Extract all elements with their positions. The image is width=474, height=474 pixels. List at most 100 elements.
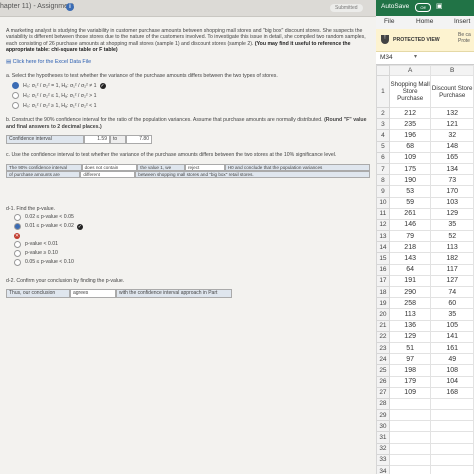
radio-button[interactable] [14,259,21,267]
cell-a[interactable] [388,453,432,467]
cell-b[interactable]: 148 [430,140,474,153]
cell-a[interactable] [388,442,432,455]
cell-a[interactable]: 129 [388,330,432,343]
cell-a[interactable]: 59 [388,196,432,209]
cell-a[interactable]: 79 [388,230,432,243]
cell-b[interactable]: 168 [430,386,474,399]
cell-a[interactable]: 261 [388,207,432,220]
radio-selected[interactable] [14,223,21,231]
save-icon[interactable]: ▣ [436,2,443,10]
cell-b[interactable]: 104 [430,375,474,388]
cell-b[interactable]: 52 [430,230,474,243]
column-header-b[interactable]: B [430,65,474,76]
row-header[interactable]: 13 [376,230,390,243]
cell-b[interactable]: 32 [430,129,474,142]
different-dropdown[interactable]: different [80,170,136,178]
row-header[interactable]: 5 [376,140,390,153]
reject-dropdown[interactable]: reject [185,163,225,171]
cell-b[interactable]: 113 [430,241,474,254]
hypothesis-option[interactable]: H₀: σ₁² / σ₂² ≥ 1, Hₐ: σ₁² / σ₂² < 1 [12,102,370,110]
row-header[interactable]: 7 [376,162,390,176]
name-box[interactable]: M34 ▾ [376,52,474,65]
pvalue-option[interactable]: 0.02 ≤ p-value < 0.05 [14,214,370,222]
cell-a[interactable]: 51 [388,341,432,355]
tab-home[interactable]: Home [416,18,433,25]
cell-b[interactable]: 49 [430,353,474,366]
cell-b[interactable]: 182 [430,252,474,265]
cell-a[interactable] [388,420,432,433]
cell-a[interactable]: 235 [388,118,432,131]
row-header[interactable]: 18 [376,285,390,299]
cell-b[interactable] [430,453,474,467]
cell-b[interactable]: 35 [430,308,474,321]
tab-insert[interactable]: Insert [454,18,470,25]
cell-a[interactable]: 109 [388,386,432,399]
pvalue-option[interactable]: 0.01 ≤ p-value < 0.02 ✓ [14,223,370,231]
cell-b[interactable]: 60 [430,297,474,310]
row-header[interactable]: 4 [376,129,390,142]
cell-b[interactable]: 74 [430,285,474,299]
cell-b[interactable] [430,442,474,455]
row-header[interactable]: 33 [376,453,390,467]
cell-b[interactable] [430,431,474,444]
cell-b[interactable]: 35 [430,218,474,232]
pvalue-option[interactable]: p-value ≥ 0.10 [14,250,370,258]
cell-a[interactable]: 53 [388,185,432,198]
hypothesis-option[interactable]: H₀: σ₁² / σ₂² = 1, Hₐ: σ₁² / σ₂² ≠ 1 ✓ [12,82,370,90]
cell-a[interactable]: 97 [388,353,432,366]
ci-lower-input[interactable]: 1.59 [84,135,110,145]
cell-b[interactable] [430,420,474,433]
row-header[interactable]: 31 [376,431,390,444]
row-header[interactable]: 20 [376,308,390,321]
autosave-toggle[interactable]: Off [415,3,431,12]
row-header[interactable]: 34 [376,464,390,474]
cell-a[interactable]: 113 [388,308,432,321]
header-cell-a[interactable]: Shopping Mall Store Purchase [388,75,432,108]
row-header[interactable]: 14 [376,241,390,254]
cell-b[interactable]: 132 [430,106,474,120]
row-header[interactable]: 8 [376,174,390,187]
radio-button[interactable] [14,250,21,258]
row-header[interactable]: 28 [376,397,390,411]
cell-a[interactable] [388,397,432,411]
cell-a[interactable]: 196 [388,129,432,142]
chevron-down-icon[interactable]: ▾ [414,53,417,60]
cell-a[interactable]: 190 [388,174,432,187]
row-header[interactable]: 32 [376,442,390,455]
cell-a[interactable]: 68 [388,140,432,153]
row-header[interactable]: 27 [376,386,390,399]
tab-file[interactable]: File [384,18,394,25]
cell-b[interactable]: 117 [430,263,474,276]
ci-upper-input[interactable]: 7.80 [126,135,152,145]
radio-selected[interactable] [12,82,19,90]
cell-a[interactable]: 191 [388,274,432,288]
cell-a[interactable]: 218 [388,241,432,254]
pvalue-option[interactable]: ✕ [14,232,370,239]
cell-a[interactable] [388,431,432,444]
row-header[interactable]: 3 [376,118,390,131]
cell-b[interactable]: 134 [430,162,474,176]
cell-b[interactable]: 170 [430,185,474,198]
radio-button[interactable] [12,92,19,100]
excel-data-link[interactable]: ▤ Click here for the Excel Data File [6,59,370,65]
cell-b[interactable] [430,409,474,422]
radio-button[interactable] [14,214,21,222]
row-header[interactable]: 17 [376,274,390,288]
row-header[interactable]: 9 [376,185,390,198]
row-header[interactable]: 1 [376,75,390,108]
cell-a[interactable]: 143 [388,252,432,265]
row-header[interactable]: 29 [376,409,390,422]
radio-button[interactable] [12,102,19,110]
pvalue-option[interactable]: 0.05 ≤ p-value < 0.10 [14,259,370,267]
cell-b[interactable]: 141 [430,330,474,343]
cell-a[interactable]: 290 [388,285,432,299]
cell-b[interactable]: 161 [430,341,474,355]
row-header[interactable]: 10 [376,196,390,209]
row-header[interactable]: 6 [376,151,390,164]
cell-a[interactable]: 109 [388,151,432,164]
cell-b[interactable]: 127 [430,274,474,288]
cell-a[interactable]: 198 [388,364,432,377]
header-cell-b[interactable]: Discount Store Purchase [430,75,474,108]
row-header[interactable]: 23 [376,341,390,355]
cell-a[interactable]: 258 [388,297,432,310]
